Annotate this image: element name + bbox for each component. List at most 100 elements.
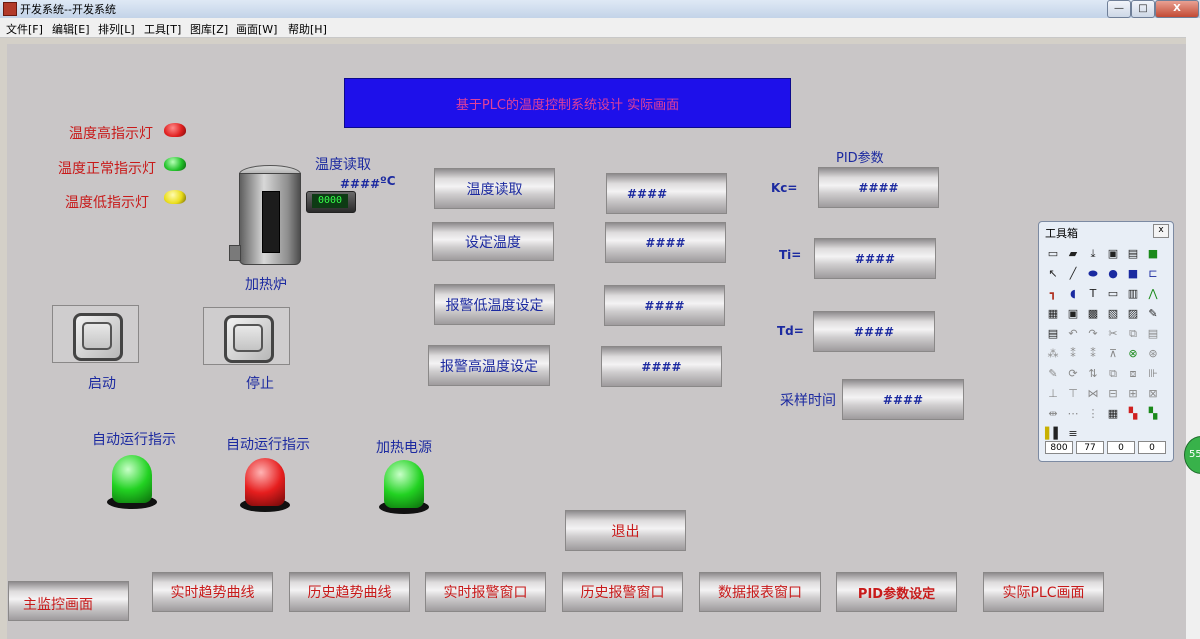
menu-screen[interactable]: 画面[W]: [236, 21, 277, 37]
sample-time-value[interactable]: ####: [842, 379, 964, 420]
toolbox-field-y[interactable]: 77: [1076, 441, 1104, 454]
v-space-icon[interactable]: ⋮: [1085, 406, 1101, 422]
undo-icon[interactable]: ↶: [1065, 326, 1081, 342]
toolbox-field-w[interactable]: 0: [1107, 441, 1135, 454]
circle-icon[interactable]: ●: [1105, 266, 1121, 282]
redo-icon[interactable]: ↷: [1085, 326, 1101, 342]
align-bottom-icon[interactable]: ⊥: [1045, 386, 1061, 402]
menu-edit[interactable]: 编辑[E]: [52, 21, 90, 37]
open-icon[interactable]: ▰: [1065, 246, 1081, 262]
ellipse-icon[interactable]: ⬬: [1085, 266, 1101, 282]
library-icon[interactable]: ■: [1145, 246, 1161, 262]
close-button[interactable]: X: [1155, 0, 1199, 18]
paste-icon[interactable]: ▤: [1145, 326, 1161, 342]
indicator-high-label: 温度高指示灯: [69, 126, 153, 142]
line-color-icon[interactable]: ▌▌: [1045, 426, 1062, 442]
report-icon[interactable]: ▦: [1045, 306, 1061, 322]
align-middle-icon[interactable]: ⋈: [1085, 386, 1101, 402]
furnace-temp-value: ####: [340, 177, 381, 191]
same-width-icon[interactable]: ⊟: [1105, 386, 1121, 402]
toolbox-close-button[interactable]: x: [1153, 224, 1169, 238]
exit-button[interactable]: 退出: [565, 510, 686, 551]
nav-realtime-trend[interactable]: 实时趋势曲线: [152, 572, 273, 612]
flip-icon[interactable]: ⇅: [1085, 366, 1101, 382]
menu-tools[interactable]: 工具[T]: [144, 21, 181, 37]
temp-read-button[interactable]: 温度读取: [434, 168, 555, 209]
arc-icon[interactable]: ◖: [1065, 286, 1081, 302]
indicator-low-lamp-icon: [164, 190, 186, 204]
set-temp-value[interactable]: ####: [605, 222, 726, 263]
split-icon[interactable]: ⊼: [1105, 346, 1121, 362]
toolbox-field-x[interactable]: 800: [1045, 441, 1073, 454]
minimize-button[interactable]: —: [1107, 0, 1131, 18]
nav-pid-settings[interactable]: PID参数设定: [836, 572, 957, 612]
pid-ti-value[interactable]: ####: [814, 238, 936, 279]
pid-kc-value[interactable]: ####: [818, 167, 939, 208]
break-icon[interactable]: ⊛: [1145, 346, 1161, 362]
menu-arrange[interactable]: 排列[L]: [98, 21, 135, 37]
new-icon[interactable]: ▭: [1045, 246, 1061, 262]
alarm-low-value[interactable]: ####: [604, 285, 725, 326]
copy-icon[interactable]: ⧉: [1125, 326, 1141, 342]
merge-icon[interactable]: ⁑: [1085, 346, 1101, 362]
align-top-icon[interactable]: ⊤: [1065, 386, 1081, 402]
center-icon[interactable]: ⊪: [1145, 366, 1161, 382]
rounded-rect-icon[interactable]: ▭: [1105, 286, 1121, 302]
button-icon[interactable]: ▣: [1065, 306, 1081, 322]
combine-icon[interactable]: ⊗: [1125, 346, 1141, 362]
start-button[interactable]: [52, 305, 139, 363]
bitmap-icon[interactable]: ▥: [1125, 286, 1141, 302]
import-icon[interactable]: ⤓: [1085, 246, 1101, 262]
ungroup-icon[interactable]: ⁑: [1065, 346, 1081, 362]
h-space-icon[interactable]: ⇹: [1045, 406, 1061, 422]
rotate-icon[interactable]: ⟳: [1065, 366, 1081, 382]
auto-run-label-1: 自动运行指示: [92, 432, 176, 448]
banner-title: 基于PLC的温度控制系统设计 实际画面: [344, 78, 791, 128]
nav-history-alarm[interactable]: 历史报警窗口: [562, 572, 683, 612]
same-height-icon[interactable]: ⊞: [1125, 386, 1141, 402]
cut-icon[interactable]: ✂: [1105, 326, 1121, 342]
palette-icon[interactable]: ▚: [1125, 406, 1141, 422]
rectangle-icon[interactable]: ■: [1125, 266, 1141, 282]
pipe-icon[interactable]: ┓: [1045, 286, 1061, 302]
nav-data-report[interactable]: 数据报表窗口: [699, 572, 821, 612]
nav-main-monitor[interactable]: 主监控画面: [8, 581, 129, 621]
pid-td-value[interactable]: ####: [813, 311, 935, 352]
menu-file[interactable]: 文件[F]: [6, 21, 43, 37]
flow-icon[interactable]: ⋀: [1145, 286, 1161, 302]
polygon-icon[interactable]: ⊏: [1145, 266, 1161, 282]
gallery-icon[interactable]: ▩: [1085, 306, 1101, 322]
chart-icon[interactable]: ▧: [1105, 306, 1121, 322]
fill-icon[interactable]: ▚: [1145, 406, 1161, 422]
set-temp-button[interactable]: 设定温度: [432, 222, 554, 261]
nav-realtime-alarm[interactable]: 实时报警窗口: [425, 572, 546, 612]
nav-history-trend[interactable]: 历史趋势曲线: [289, 572, 410, 612]
line-icon[interactable]: ╱: [1065, 266, 1081, 282]
toolbox-field-h[interactable]: 0: [1138, 441, 1166, 454]
menu-help[interactable]: 帮助[H]: [288, 21, 327, 37]
properties-icon[interactable]: ▤: [1125, 246, 1141, 262]
trend-icon[interactable]: ▨: [1125, 306, 1141, 322]
same-size-icon[interactable]: ⊠: [1145, 386, 1161, 402]
dotted-line-icon[interactable]: ⋯: [1065, 406, 1081, 422]
alarm-low-button[interactable]: 报警低温度设定: [434, 284, 555, 325]
front-icon[interactable]: ⧉: [1105, 366, 1121, 382]
pid-td-label: Td=: [777, 324, 804, 338]
alarm-icon[interactable]: ✎: [1145, 306, 1161, 322]
pointer-icon[interactable]: ↖: [1045, 266, 1061, 282]
text-icon[interactable]: T: [1085, 286, 1101, 302]
back-icon[interactable]: ⧈: [1125, 366, 1141, 382]
start-label: 启动: [88, 376, 116, 392]
save-icon[interactable]: ▣: [1105, 246, 1121, 262]
restore-button[interactable]: □: [1131, 0, 1155, 18]
align-icon[interactable]: ▤: [1045, 326, 1061, 342]
stop-button[interactable]: [203, 307, 290, 365]
menu-gallery[interactable]: 图库[Z]: [190, 21, 228, 37]
group-icon[interactable]: ⁂: [1045, 346, 1061, 362]
edit-points-icon[interactable]: ✎: [1045, 366, 1061, 382]
nav-plc-screen[interactable]: 实际PLC画面: [983, 572, 1104, 612]
grid-icon[interactable]: ▦: [1105, 406, 1121, 422]
alarm-high-value[interactable]: ####: [601, 346, 722, 387]
line-width-icon[interactable]: ≡: [1065, 426, 1081, 442]
alarm-high-button[interactable]: 报警高温度设定: [428, 345, 550, 386]
